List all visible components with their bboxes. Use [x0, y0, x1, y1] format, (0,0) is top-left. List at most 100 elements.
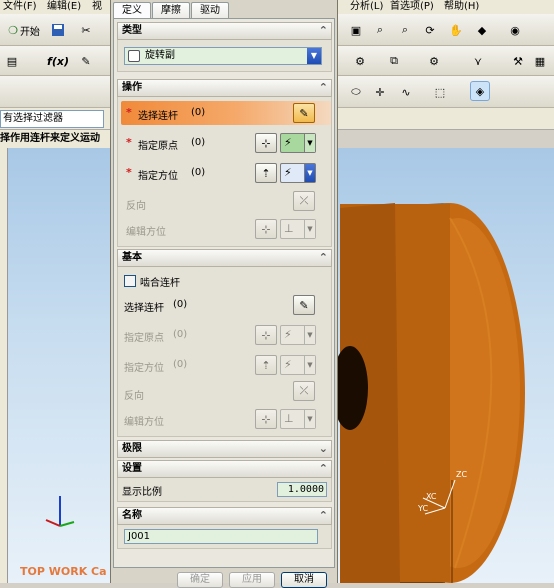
- menu-file[interactable]: 文件(F): [3, 0, 37, 13]
- selection-filter[interactable]: 有选择过滤器: [0, 110, 104, 128]
- cut-icon[interactable]: ✂: [76, 20, 96, 40]
- rotate-icon[interactable]: ⟳: [420, 20, 440, 40]
- pencil-icon: ✎: [299, 298, 309, 312]
- basic-edit-orientation-label: 编辑方位: [124, 417, 164, 428]
- collapse-icon: ⌃: [318, 462, 328, 475]
- basic-select-link-button[interactable]: ✎: [293, 295, 315, 315]
- chevron-down-icon: ▼: [304, 134, 315, 152]
- section-type-header[interactable]: 类型 ⌃: [117, 22, 332, 40]
- basic-vector-dialog-button[interactable]: ⇡: [255, 355, 277, 375]
- tab-definition[interactable]: 定义: [113, 2, 151, 19]
- basic-orientation-count: (0): [173, 359, 188, 370]
- fit-icon[interactable]: ⌕: [395, 20, 415, 40]
- basic-point-type-button[interactable]: ⚡ ▼: [280, 325, 316, 345]
- section-basic-header[interactable]: 基本 ⌃: [117, 249, 332, 267]
- pencil-icon[interactable]: ✎: [76, 51, 96, 71]
- view-icon[interactable]: ▣: [346, 20, 366, 40]
- apply-button[interactable]: 应用: [229, 572, 275, 588]
- required-marker: *: [126, 166, 132, 179]
- section-limits-header[interactable]: 极限 ⌄: [117, 440, 332, 458]
- start-button[interactable]: ❍ 开始: [2, 20, 46, 40]
- resource-bar[interactable]: [0, 148, 8, 583]
- basic-origin-label: 指定原点: [124, 333, 164, 344]
- reverse-icon: ⤫: [299, 194, 309, 207]
- tab-friction[interactable]: 摩擦: [152, 2, 190, 18]
- vector-type-button[interactable]: ⚡ ▼: [280, 163, 316, 183]
- menu-help[interactable]: 帮助(H): [444, 0, 479, 13]
- pan-icon[interactable]: ✋: [446, 20, 466, 40]
- collapse-icon: ⌃: [318, 251, 328, 264]
- snap-icon[interactable]: ✛: [370, 82, 390, 102]
- section-settings-title: 设置: [122, 463, 142, 474]
- menu-analysis[interactable]: 分析(L): [350, 0, 383, 13]
- collapse-icon: ⌃: [318, 81, 328, 94]
- brand-logo: TOP WORK Ca: [20, 565, 107, 578]
- basic-point-dialog-button[interactable]: ⊹: [255, 325, 277, 345]
- section-basic-title: 基本: [122, 252, 142, 263]
- link-icon[interactable]: ▤: [2, 51, 22, 71]
- section-basic-body: 啮合连杆 选择连杆 (0) ✎ 指定原点 (0) ⊹ ⚡ ▼ 指定方位 (0) ⇡…: [117, 267, 332, 437]
- basic-reverse-button[interactable]: ⤫: [293, 381, 315, 401]
- csys-dialog-button[interactable]: ⊹: [255, 219, 277, 239]
- tools-icon[interactable]: ⚒: [508, 51, 528, 71]
- zoom-icon[interactable]: ⌕: [370, 20, 390, 40]
- inferred-vector-icon: ⚡: [284, 166, 292, 179]
- section-settings-body: 显示比例 1.0000: [117, 478, 332, 502]
- action-select-link-count: (0): [191, 107, 206, 118]
- copy-icon[interactable]: ⧉: [384, 51, 404, 71]
- required-marker: *: [126, 106, 132, 119]
- start-label: 开始: [19, 26, 40, 38]
- shaded-icon[interactable]: ◆: [472, 20, 492, 40]
- function-icon[interactable]: f(x): [47, 51, 69, 71]
- ok-button[interactable]: 确定: [177, 572, 223, 588]
- action-edit-orientation-label: 编辑方位: [126, 227, 166, 238]
- joint-name-input[interactable]: J001: [124, 529, 318, 544]
- action-origin-label: 指定原点: [138, 141, 178, 152]
- cube-icon[interactable]: ▦: [530, 51, 550, 71]
- action-orientation-label: 指定方位: [138, 171, 178, 182]
- csys-icon: ⊹: [261, 222, 271, 236]
- vector-icon: ⇡: [261, 358, 271, 372]
- section-action-header[interactable]: 操作 ⌃: [117, 79, 332, 97]
- basic-select-link-count: (0): [173, 299, 188, 310]
- select-faces-icon[interactable]: ⬭: [346, 82, 366, 102]
- section-name-header[interactable]: 名称 ⌃: [117, 507, 332, 525]
- joint-icon[interactable]: ⚙: [350, 51, 370, 71]
- point-dialog-button[interactable]: ⊹: [255, 133, 277, 153]
- render-style-icon[interactable]: ◉: [505, 20, 525, 40]
- pencil-icon: ✎: [299, 106, 309, 120]
- start-icon: ❍: [8, 23, 18, 37]
- save-icon[interactable]: [48, 20, 68, 40]
- joint-dialog: 定义 摩擦 驱动 类型 ⌃ 旋转副 ▼ 操作 ⌃ * 选择连杆 (0) ✎ * …: [110, 0, 338, 588]
- basic-orientation-label: 指定方位: [124, 363, 164, 374]
- vector-dialog-button[interactable]: ⇡: [255, 163, 277, 183]
- collapse-icon: ⌃: [318, 509, 328, 522]
- menu-edit[interactable]: 编辑(E): [47, 0, 81, 13]
- inferred-point-icon: ⚡: [284, 136, 292, 149]
- menu-preferences[interactable]: 首选项(P): [390, 0, 434, 13]
- basic-csys-dialog-button[interactable]: ⊹: [255, 409, 277, 429]
- csys-type-icon: ⊥: [284, 222, 294, 235]
- mesh-link-checkbox[interactable]: [124, 275, 136, 287]
- csys-type-button[interactable]: ⊥ ▼: [280, 219, 316, 239]
- display-scale-input[interactable]: 1.0000: [277, 482, 327, 497]
- snap-curve-icon[interactable]: ∿: [396, 82, 416, 102]
- chevron-down-icon: ▼: [307, 48, 321, 64]
- menu-view[interactable]: 视: [92, 0, 102, 13]
- section-settings-header[interactable]: 设置 ⌃: [117, 460, 332, 478]
- joint-type-select[interactable]: 旋转副 ▼: [124, 47, 322, 65]
- basic-vector-type-button[interactable]: ⚡ ▼: [280, 355, 316, 375]
- branch-icon[interactable]: ⋎: [468, 51, 488, 71]
- tab-driver[interactable]: 驱动: [191, 2, 229, 18]
- required-marker: *: [126, 136, 132, 149]
- gear-icon[interactable]: ⚙: [424, 51, 444, 71]
- action-origin-count: (0): [191, 137, 206, 148]
- point-type-button[interactable]: ⚡ ▼: [280, 133, 316, 153]
- view-cube-icon[interactable]: ◈: [470, 81, 490, 101]
- reverse-direction-button[interactable]: ⤫: [293, 191, 315, 211]
- cancel-button[interactable]: 取消: [281, 572, 327, 588]
- select-link-button[interactable]: ✎: [293, 103, 315, 123]
- basic-csys-type-button[interactable]: ⊥ ▼: [280, 409, 316, 429]
- section-type-title: 类型: [122, 25, 142, 36]
- box-select-icon[interactable]: ⬚: [430, 82, 450, 102]
